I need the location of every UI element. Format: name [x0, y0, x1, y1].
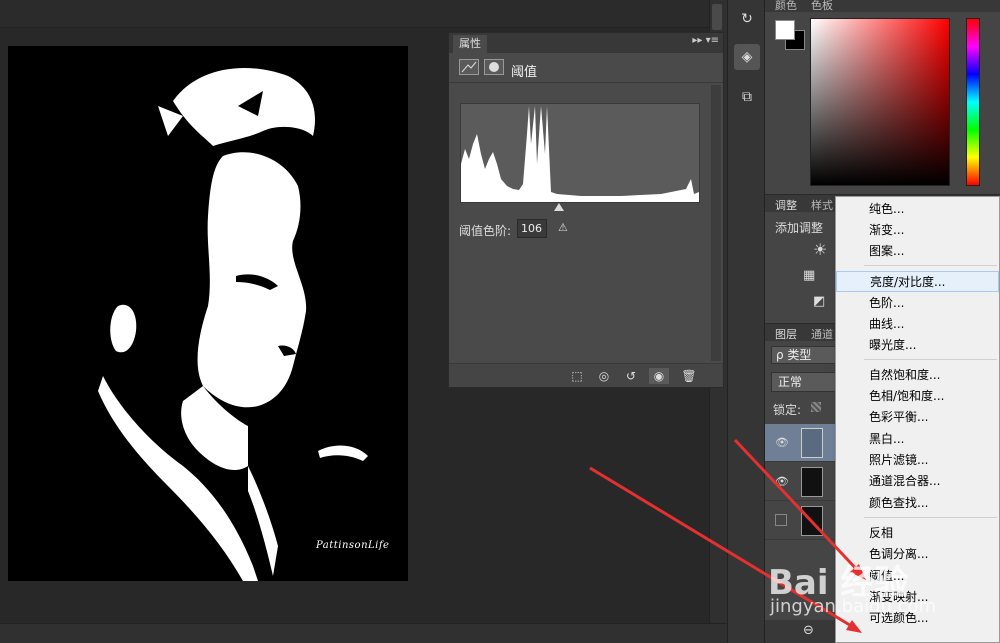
tab-adjustments[interactable]: 调整	[769, 197, 803, 212]
photo-filter-icon[interactable]: ◩	[813, 294, 825, 309]
reset-icon[interactable]: ↺	[621, 368, 641, 384]
menu-item-vibrance[interactable]: 自然饱和度...	[836, 365, 999, 386]
menu-item-exposure[interactable]: 曝光度...	[836, 335, 999, 356]
watermark-url: jingyan.baidu.com	[770, 596, 937, 617]
history-icon[interactable]: ↻	[734, 6, 760, 32]
color-tabbar: 颜色 色板	[765, 0, 1000, 12]
eye-icon[interactable]: ◉	[649, 368, 669, 384]
adjustment-title: 阈值	[511, 65, 538, 80]
panel-dock-strip: ↻ ◈ ⧉	[727, 0, 765, 643]
tab-layers[interactable]: 图层	[769, 326, 803, 341]
layer-row[interactable]: 👁	[765, 463, 835, 501]
eye-icon[interactable]: 👁	[775, 475, 789, 488]
menu-item-channel-mixer[interactable]: 通道混合器...	[836, 471, 999, 492]
tab-channels[interactable]: 通道	[805, 326, 839, 341]
tab-color[interactable]: 颜色	[769, 0, 803, 12]
color-picker-field[interactable]	[810, 18, 950, 186]
3d-icon[interactable]: ◈	[734, 44, 760, 70]
photo-layer-thumbnail	[801, 506, 823, 536]
view-previous-icon[interactable]: ◎	[594, 368, 614, 384]
menu-item-brightness-contrast[interactable]: 亮度/对比度...	[836, 271, 999, 292]
properties-panel: 属性 ▸▸ ▾≡ 阈值 阈值色阶: 106 ⚠ ⬚ ◎ ↺ ◉ 🗑	[448, 32, 724, 388]
hue-slider[interactable]	[966, 18, 980, 186]
tab-styles[interactable]: 样式	[805, 197, 839, 212]
menu-item-black-white[interactable]: 黑白...	[836, 429, 999, 450]
blend-mode-select[interactable]: 正常	[771, 372, 841, 392]
properties-header	[449, 53, 723, 83]
menu-item-hue-saturation[interactable]: 色相/饱和度...	[836, 386, 999, 407]
photo-layer-thumbnail	[801, 467, 823, 497]
layer-row[interactable]: 👁	[765, 424, 835, 462]
eye-icon[interactable]: 👁	[775, 436, 789, 449]
levels-icon[interactable]: ▦	[803, 268, 815, 283]
mask-icon[interactable]	[484, 59, 504, 75]
menu-item-gradient[interactable]: 渐变...	[836, 220, 999, 241]
menu-separator	[864, 265, 997, 266]
document-scroll-thumb[interactable]	[712, 4, 722, 30]
properties-footer: ⬚ ◎ ↺ ◉ 🗑	[449, 363, 723, 387]
panel-menu-icon[interactable]: ▸▸ ▾≡	[692, 35, 719, 46]
layer-filter-select[interactable]: ρ 类型	[771, 346, 841, 364]
menu-item-pattern[interactable]: 图案...	[836, 241, 999, 262]
link-icon[interactable]: ⊖	[803, 623, 814, 638]
menu-item-solid-color[interactable]: 纯色...	[836, 199, 999, 220]
threshold-adjustment-icon	[459, 59, 479, 75]
threshold-level-input[interactable]: 106	[517, 219, 547, 238]
tab-swatches[interactable]: 色板	[805, 0, 839, 12]
properties-scrollbar[interactable]	[711, 85, 721, 361]
document-horizontal-scrollbar[interactable]	[0, 623, 727, 643]
menu-item-color-balance[interactable]: 色彩平衡...	[836, 407, 999, 428]
sun-icon[interactable]: ☀	[813, 240, 827, 259]
warning-icon: ⚠	[558, 221, 568, 234]
properties-tabbar: 属性 ▸▸ ▾≡	[449, 33, 723, 53]
foreground-color-swatch[interactable]	[775, 20, 795, 40]
tab-properties[interactable]: 属性	[453, 35, 487, 53]
menu-item-photo-filter[interactable]: 照片滤镜...	[836, 450, 999, 471]
document-header	[0, 0, 727, 28]
threshold-histogram	[460, 103, 700, 203]
threshold-photo	[8, 46, 408, 581]
menu-item-levels[interactable]: 色阶...	[836, 293, 999, 314]
layer-row[interactable]	[765, 502, 835, 540]
tool-presets-icon[interactable]: ⧉	[734, 84, 760, 110]
threshold-level-label: 阈值色阶:	[459, 224, 512, 238]
menu-item-invert[interactable]: 反相	[836, 523, 999, 544]
portrait-silhouette	[8, 46, 408, 581]
menu-separator	[864, 359, 997, 360]
menu-item-color-lookup[interactable]: 颜色查找...	[836, 493, 999, 514]
visibility-toggle[interactable]	[775, 514, 787, 526]
lock-label: 锁定:	[773, 403, 802, 417]
lock-transparent-icon[interactable]	[811, 402, 821, 412]
photo-signature: PattinsonLife	[316, 540, 390, 551]
threshold-slider-handle[interactable]	[554, 203, 564, 211]
add-adjustment-label: 添加调整	[775, 221, 824, 235]
menu-separator	[864, 517, 997, 518]
clip-icon[interactable]: ⬚	[567, 368, 587, 384]
trash-icon[interactable]: 🗑	[679, 368, 699, 384]
menu-item-curves[interactable]: 曲线...	[836, 314, 999, 335]
threshold-layer-thumbnail	[801, 428, 823, 458]
